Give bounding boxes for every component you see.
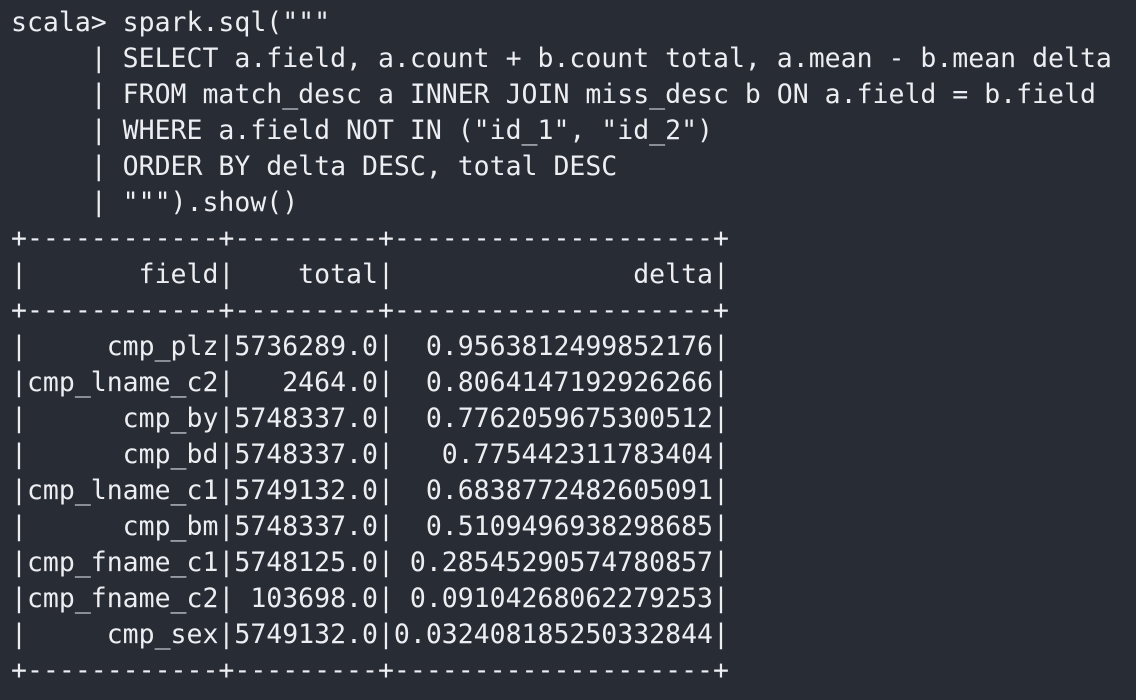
repl-continuation-line: | ORDER BY delta DESC, total DESC [11, 151, 618, 182]
table-row: | cmp_plz|5736289.0| 0.9563812499852176| [11, 331, 729, 362]
repl-command-line: scala> spark.sql(""" [11, 7, 331, 38]
table-row: |cmp_fname_c2| 103698.0| 0.0910426806227… [11, 583, 729, 614]
repl-continuation-line: | SELECT a.field, a.count + b.count tota… [11, 43, 1112, 74]
table-row: | cmp_bd|5748337.0| 0.775442311783404| [11, 439, 729, 470]
repl-continuation-line: | """).show() [11, 187, 299, 218]
repl-continuation-line: | WHERE a.field NOT IN ("id_1", "id_2") [11, 115, 713, 146]
repl-continuation-line: | FROM match_desc a INNER JOIN miss_desc… [11, 79, 1096, 110]
table-row: | cmp_sex|5749132.0|0.032408185250332844… [11, 619, 729, 650]
table-row: |cmp_fname_c1|5748125.0| 0.2854529057478… [11, 547, 729, 578]
table-row: |cmp_lname_c1|5749132.0| 0.6838772482605… [11, 475, 729, 506]
terminal-window[interactable]: scala> spark.sql(""" | SELECT a.field, a… [0, 0, 1136, 700]
table-row: | cmp_by|5748337.0| 0.7762059675300512| [11, 403, 729, 434]
table-border-header: +------------+---------+----------------… [11, 295, 729, 326]
table-row: |cmp_lname_c2| 2464.0| 0.806414719292626… [11, 367, 729, 398]
table-border-top: +------------+---------+----------------… [11, 223, 729, 254]
table-header-row: | field| total| delta| [11, 259, 729, 290]
terminal-output: scala> spark.sql(""" | SELECT a.field, a… [11, 5, 1136, 689]
table-row: | cmp_bm|5748337.0| 0.5109496938298685| [11, 511, 729, 542]
table-border-bottom: +------------+---------+----------------… [11, 655, 729, 686]
